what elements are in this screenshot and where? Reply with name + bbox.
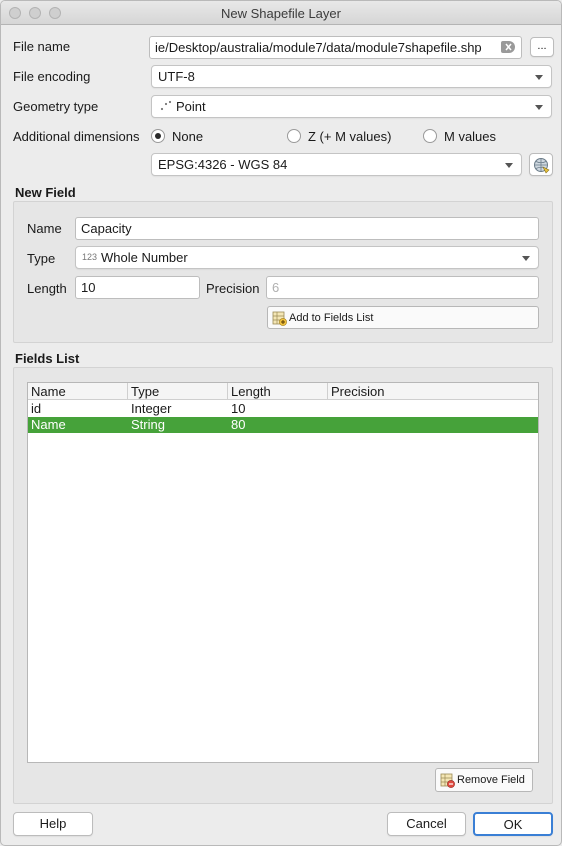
cell-name: Name xyxy=(31,417,66,432)
file-encoding-label: File encoding xyxy=(13,69,91,84)
precision-value: 6 xyxy=(272,280,280,295)
file-name-input[interactable]: ie/Desktop/australia/module7/data/module… xyxy=(149,36,522,59)
window-title: New Shapefile Layer xyxy=(221,6,341,21)
add-to-fields-list-button[interactable]: Add to Fields List xyxy=(267,306,539,329)
chevron-down-icon xyxy=(535,105,543,110)
radio-none[interactable] xyxy=(151,129,165,143)
column-header-type[interactable]: Type xyxy=(128,383,228,400)
new-field-title: New Field xyxy=(15,185,76,200)
length-label: Length xyxy=(27,281,67,296)
length-input[interactable]: 10 xyxy=(75,276,200,299)
remove-field-icon xyxy=(440,773,455,788)
dialog-window: New Shapefile Layer File name ie/Desktop… xyxy=(0,0,562,846)
column-header-length[interactable]: Length xyxy=(228,383,328,400)
remove-field-button[interactable]: Remove Field xyxy=(435,768,533,792)
globe-crs-icon xyxy=(534,158,550,174)
title-bar: New Shapefile Layer xyxy=(1,1,561,25)
chevron-down-icon xyxy=(535,75,543,80)
new-field-type-value: Whole Number xyxy=(101,250,188,265)
radio-z-m[interactable] xyxy=(287,129,301,143)
integer-type-icon: 123 xyxy=(82,252,98,262)
browse-button[interactable]: ... xyxy=(530,37,554,57)
crs-select[interactable]: EPSG:4326 - WGS 84 xyxy=(151,153,522,176)
chevron-down-icon xyxy=(522,256,530,261)
new-field-name-value: Capacity xyxy=(81,221,132,236)
file-encoding-select[interactable]: UTF-8 xyxy=(151,65,552,88)
add-to-fields-list-label: Add to Fields List xyxy=(289,312,374,324)
new-field-type-select[interactable]: 123 Whole Number xyxy=(75,246,539,269)
chevron-down-icon xyxy=(505,163,513,168)
cell-length: 10 xyxy=(231,401,246,416)
fields-table[interactable]: Name Type Length Precision id Integer 10… xyxy=(27,382,539,763)
geometry-type-label: Geometry type xyxy=(13,99,99,114)
crs-value: EPSG:4326 - WGS 84 xyxy=(158,157,288,172)
column-header-name[interactable]: Name xyxy=(28,383,128,400)
additional-dimensions-label: Additional dimensions xyxy=(13,129,140,144)
radio-none-label: None xyxy=(172,129,204,144)
cell-type: String xyxy=(131,417,165,432)
precision-input[interactable]: 6 xyxy=(266,276,539,299)
cancel-button[interactable]: Cancel xyxy=(387,812,466,836)
file-name-label: File name xyxy=(13,39,71,54)
cell-type: Integer xyxy=(131,401,172,416)
file-name-value: ie/Desktop/australia/module7/data/module… xyxy=(155,40,482,55)
column-header-precision[interactable]: Precision xyxy=(328,383,538,400)
radio-m-label: M values xyxy=(444,129,497,144)
table-row-selected[interactable]: Name String 80 xyxy=(28,417,538,433)
help-button[interactable]: Help xyxy=(13,812,93,836)
ok-button[interactable]: OK xyxy=(473,812,553,836)
remove-field-label: Remove Field xyxy=(457,774,525,786)
add-field-icon xyxy=(272,311,287,326)
new-field-name-input[interactable]: Capacity xyxy=(75,217,539,240)
select-crs-button[interactable] xyxy=(529,153,553,176)
precision-label: Precision xyxy=(206,281,260,296)
length-value: 10 xyxy=(81,280,96,295)
cell-length: 80 xyxy=(231,417,246,432)
point-geometry-icon xyxy=(159,99,173,116)
file-encoding-value: UTF-8 xyxy=(158,69,195,84)
cell-name: id xyxy=(31,401,42,416)
new-field-name-label: Name xyxy=(27,221,62,236)
geometry-type-value: Point xyxy=(176,99,206,114)
radio-m[interactable] xyxy=(423,129,437,143)
new-field-type-label: Type xyxy=(27,251,56,266)
geometry-type-select[interactable]: Point xyxy=(151,95,552,118)
fields-list-title: Fields List xyxy=(15,351,80,366)
clear-text-icon[interactable] xyxy=(501,41,515,53)
table-row[interactable]: id Integer 10 xyxy=(28,401,538,417)
radio-z-m-label: Z (+ M values) xyxy=(308,129,392,144)
